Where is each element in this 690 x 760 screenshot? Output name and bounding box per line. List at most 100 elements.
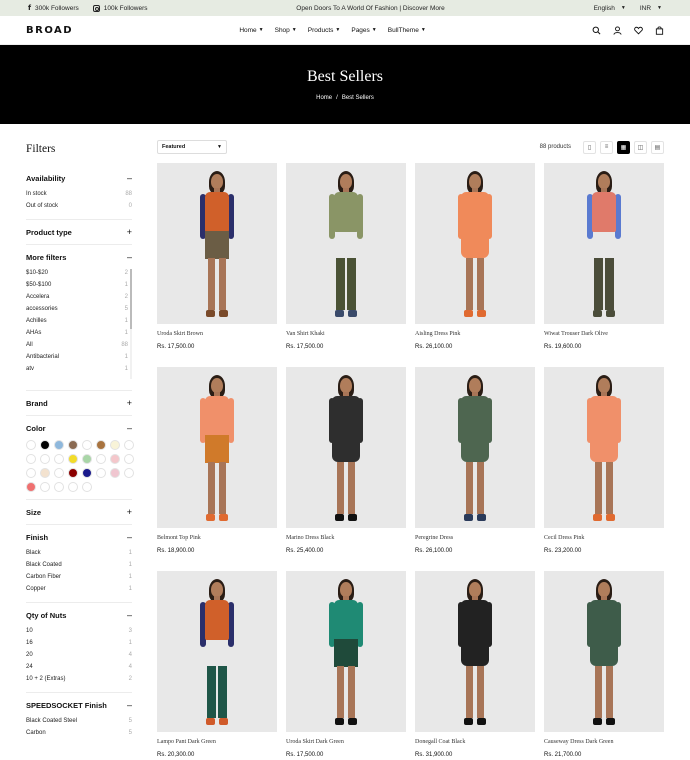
product-card[interactable]: Van Shirt Khaki Rs. 17,500.00 — [286, 163, 406, 367]
currency-selector[interactable]: INR ▼ — [640, 5, 662, 12]
product-name[interactable]: Marino Dress Black — [286, 535, 406, 541]
filter-color-header[interactable]: Color – — [26, 424, 132, 434]
filter-finish-header[interactable]: Finish – — [26, 533, 132, 543]
filter-option[interactable]: Black Coated Steel 5 — [26, 715, 132, 727]
product-card[interactable]: Aisling Dress Pink Rs. 26,100.00 — [415, 163, 535, 367]
filter-option[interactable]: Carbon 5 — [26, 727, 132, 739]
filter-option[interactable]: atv 1 — [26, 363, 132, 375]
view-rows-button[interactable]: ▤ — [651, 140, 664, 154]
color-swatch[interactable] — [26, 468, 36, 478]
product-name[interactable]: Peregrine Dress — [415, 535, 535, 541]
color-swatch[interactable] — [40, 468, 50, 478]
color-swatch[interactable] — [54, 482, 64, 492]
product-image[interactable] — [544, 367, 664, 528]
filter-scrollbar[interactable] — [130, 269, 132, 379]
color-swatch[interactable] — [54, 440, 64, 450]
product-card[interactable]: Cecil Dress Pink Rs. 23,200.00 — [544, 367, 664, 571]
filter-brand-header[interactable]: Brand + — [26, 399, 132, 409]
product-image[interactable] — [286, 163, 406, 324]
product-image[interactable] — [286, 367, 406, 528]
filter-option[interactable]: Out of stock 0 — [26, 200, 132, 212]
color-swatch[interactable] — [110, 468, 120, 478]
filter-option[interactable]: 16 1 — [26, 637, 132, 649]
product-name[interactable]: Causeway Dress Dark Green — [544, 739, 664, 745]
product-name[interactable]: Uroda Skirt Brown — [157, 331, 277, 337]
product-image[interactable] — [286, 571, 406, 732]
color-swatch[interactable] — [26, 482, 36, 492]
nav-pages[interactable]: Pages ▼ — [351, 27, 376, 34]
product-image[interactable] — [544, 163, 664, 324]
product-card[interactable]: Wiwat Trouser Dark Olive Rs. 19,600.00 — [544, 163, 664, 367]
product-card[interactable]: Marino Dress Black Rs. 25,400.00 — [286, 367, 406, 571]
product-name[interactable]: Uroda Skirt Dark Green — [286, 739, 406, 745]
search-icon[interactable] — [592, 26, 601, 35]
filter-more-filters-header[interactable]: More filters – — [26, 253, 132, 263]
filter-option[interactable]: Antibacterial 1 — [26, 351, 132, 363]
color-swatch[interactable] — [54, 454, 64, 464]
filter-speedsocket-header[interactable]: SPEEDSOCKET Finish – — [26, 701, 132, 711]
color-swatch[interactable] — [54, 468, 64, 478]
filter-option[interactable]: Black Coated 1 — [26, 559, 132, 571]
account-icon[interactable] — [613, 25, 622, 35]
product-name[interactable]: Aisling Dress Pink — [415, 331, 535, 337]
filter-size-header[interactable]: Size + — [26, 508, 132, 518]
filter-product-type-header[interactable]: Product type + — [26, 228, 132, 238]
filter-option[interactable]: 20 4 — [26, 649, 132, 661]
view-grid-4-button[interactable]: ▦ — [617, 140, 630, 154]
instagram-link[interactable]: 100k Followers — [92, 4, 147, 12]
filter-option[interactable]: accessories 5 — [26, 303, 132, 315]
product-name[interactable]: Van Shirt Khaki — [286, 331, 406, 337]
color-swatch[interactable] — [26, 454, 36, 464]
product-card[interactable]: Uroda Skirt Dark Green Rs. 17,500.00 — [286, 571, 406, 760]
product-image[interactable] — [157, 571, 277, 732]
product-card[interactable]: Belmont Top Pink Rs. 18,900.00 — [157, 367, 277, 571]
color-swatch[interactable] — [82, 454, 92, 464]
product-name[interactable]: Donegall Coat Black — [415, 739, 535, 745]
color-swatch[interactable] — [82, 482, 92, 492]
filter-option[interactable]: $10-$20 2 — [26, 267, 132, 279]
sort-select[interactable]: Featured ▼ — [157, 140, 227, 154]
nav-shop[interactable]: Shop ▼ — [275, 27, 297, 34]
filter-option[interactable]: Copper 1 — [26, 583, 132, 595]
product-image[interactable] — [544, 571, 664, 732]
filter-option[interactable]: Black 1 — [26, 547, 132, 559]
nav-home[interactable]: Home ▼ — [239, 27, 263, 34]
filter-availability-header[interactable]: Availability – — [26, 174, 132, 184]
product-card[interactable]: Peregrine Dress Rs. 26,100.00 — [415, 367, 535, 571]
product-image[interactable] — [157, 163, 277, 324]
color-swatch[interactable] — [82, 468, 92, 478]
filter-option[interactable]: Carbon Fiber 1 — [26, 571, 132, 583]
filter-option[interactable]: In stock 88 — [26, 188, 132, 200]
filter-option[interactable]: $50-$100 1 — [26, 279, 132, 291]
wishlist-icon[interactable] — [634, 26, 643, 35]
cart-icon[interactable] — [655, 25, 664, 35]
product-image[interactable] — [415, 571, 535, 732]
color-swatch[interactable] — [40, 454, 50, 464]
color-swatch[interactable] — [68, 454, 78, 464]
color-swatch[interactable] — [26, 440, 36, 450]
color-swatch[interactable] — [40, 482, 50, 492]
color-swatch[interactable] — [110, 440, 120, 450]
breadcrumb-home[interactable]: Home — [316, 95, 332, 101]
product-name[interactable]: Cecil Dress Pink — [544, 535, 664, 541]
color-swatch[interactable] — [82, 440, 92, 450]
filter-option[interactable]: All 88 — [26, 339, 132, 351]
scrollbar-thumb[interactable] — [130, 269, 132, 329]
filter-option[interactable]: Achilles 1 — [26, 315, 132, 327]
logo[interactable]: BROAD — [26, 25, 73, 36]
filter-option[interactable]: Accelera 2 — [26, 291, 132, 303]
color-swatch[interactable] — [68, 440, 78, 450]
filter-option[interactable]: 24 4 — [26, 661, 132, 673]
view-single-column-button[interactable]: ▯ — [583, 140, 596, 154]
product-image[interactable] — [415, 367, 535, 528]
nav-bulltheme[interactable]: BullTheme ▼ — [388, 27, 426, 34]
filter-option[interactable]: AHAs 1 — [26, 327, 132, 339]
nav-products[interactable]: Products ▼ — [308, 27, 341, 34]
color-swatch[interactable] — [96, 468, 106, 478]
product-name[interactable]: Belmont Top Pink — [157, 535, 277, 541]
language-selector[interactable]: English ▼ — [594, 5, 626, 12]
product-card[interactable]: Uroda Skirt Brown Rs. 17,500.00 — [157, 163, 277, 367]
view-list-button[interactable]: ≡ — [600, 140, 613, 154]
color-swatch[interactable] — [96, 454, 106, 464]
product-image[interactable] — [415, 163, 535, 324]
